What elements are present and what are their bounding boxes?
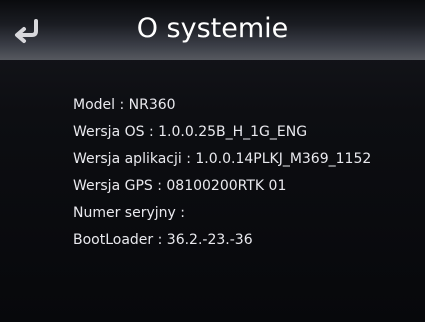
gps-version-info: Wersja GPS : 08100200RTK 01 (73, 178, 287, 194)
bootloader-info: BootLoader : 36.2.-23.-36 (73, 232, 253, 248)
title-bar: O systemie (0, 0, 425, 60)
serial-number-info: Numer seryjny : (73, 205, 185, 221)
model-info: Model : NR360 (73, 97, 176, 113)
system-info-list: Model : NR360 Wersja OS : 1.0.0.25B_H_1G… (73, 92, 371, 254)
app-version-info: Wersja aplikacji : 1.0.0.14PLKJ_M369_115… (73, 151, 372, 167)
page-title: O systemie (136, 13, 289, 44)
os-version-info: Wersja OS : 1.0.0.25B_H_1G_ENG (73, 124, 308, 140)
about-system-screen: O systemie Model : NR360 Wersja OS : 1.0… (0, 0, 425, 322)
